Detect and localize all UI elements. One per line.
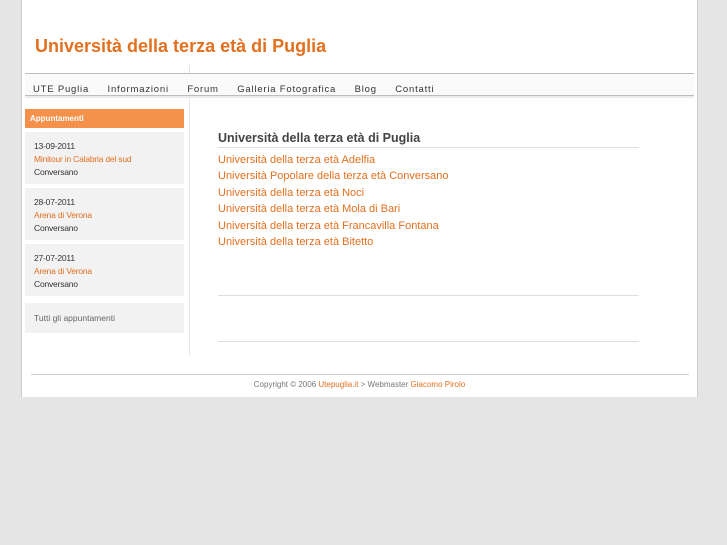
sidebar: Appuntamenti 13-09-2011 Minitour in Cala… (25, 109, 184, 333)
nav-item-blog[interactable]: Blog (355, 84, 377, 95)
nav-item-galleria-fotografica[interactable]: Galleria Fotografica (237, 84, 336, 95)
nav-item-contatti[interactable]: Contatti (395, 84, 434, 95)
nav-item-forum[interactable]: Forum (187, 84, 218, 95)
footer-separator: > Webmaster (358, 380, 411, 389)
footer: Copyright © 2006 Utepuglia.it > Webmaste… (22, 380, 697, 389)
event-date: 13-09-2011 (34, 141, 75, 151)
university-link-conversano[interactable]: Università Popolare della terza età Conv… (218, 168, 639, 184)
content-heading: Università della terza età di Puglia (218, 131, 639, 148)
event-item: 13-09-2011 Minitour in Calabria del sud … (25, 132, 184, 184)
event-item: 28-07-2011 Arena di Verona Conversano (25, 188, 184, 240)
footer-divider (31, 374, 689, 375)
event-item: 27-07-2011 Arena di Verona Conversano (25, 244, 184, 296)
all-appointments-link[interactable]: Tutti gli appuntamenti (25, 303, 184, 333)
content-divider (218, 341, 639, 342)
university-link-noci[interactable]: Università della terza età Noci (218, 185, 639, 201)
event-title-link[interactable]: Minitour in Calabria del sud (34, 153, 175, 166)
university-list: Università della terza età Adelfia Unive… (218, 152, 639, 250)
site-title[interactable]: Università della terza età di Puglia (35, 36, 326, 57)
footer-site-link[interactable]: Utepuglia.it (318, 380, 358, 389)
university-link-bitetto[interactable]: Università della terza età Bitetto (218, 234, 639, 250)
university-link-mola-di-bari[interactable]: Università della terza età Mola di Bari (218, 201, 639, 217)
event-place: Conversano (34, 279, 78, 289)
main-nav: UTE Puglia Informazioni Forum Galleria F… (25, 73, 694, 96)
column-divider (189, 98, 190, 356)
event-title-link[interactable]: Arena di Verona (34, 209, 175, 222)
main-content: Università della terza età di Puglia Uni… (218, 131, 639, 250)
event-place: Conversano (34, 167, 78, 177)
nav-shadow (25, 96, 694, 98)
nav-item-informazioni[interactable]: Informazioni (108, 84, 169, 95)
footer-copyright: Copyright © 2006 (253, 380, 319, 389)
university-link-francavilla-fontana[interactable]: Università della terza età Francavilla F… (218, 218, 639, 234)
content-divider (218, 295, 639, 296)
event-place: Conversano (34, 223, 78, 233)
event-date: 28-07-2011 (34, 197, 75, 207)
event-date: 27-07-2011 (34, 253, 75, 263)
event-title-link[interactable]: Arena di Verona (34, 265, 175, 278)
university-link-adelfia[interactable]: Università della terza età Adelfia (218, 152, 639, 168)
footer-webmaster-link[interactable]: Giacomo Pirolo (411, 380, 466, 389)
appointments-header: Appuntamenti (25, 109, 184, 128)
header-divider (189, 65, 190, 73)
nav-item-ute-puglia[interactable]: UTE Puglia (33, 84, 89, 95)
page-container: Università della terza età di Puglia UTE… (21, 0, 698, 397)
